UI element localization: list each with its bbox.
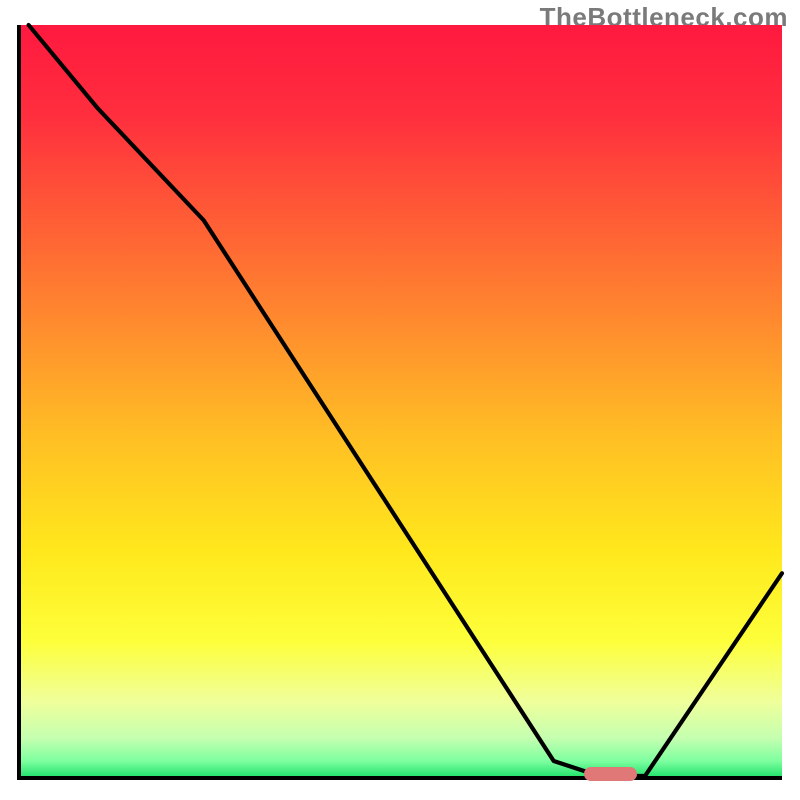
optimum-marker (584, 767, 637, 781)
plot-area (17, 25, 782, 780)
chart-root: TheBottleneck.com (0, 0, 800, 800)
bottleneck-curve (29, 25, 782, 776)
chart-svg (21, 25, 782, 776)
